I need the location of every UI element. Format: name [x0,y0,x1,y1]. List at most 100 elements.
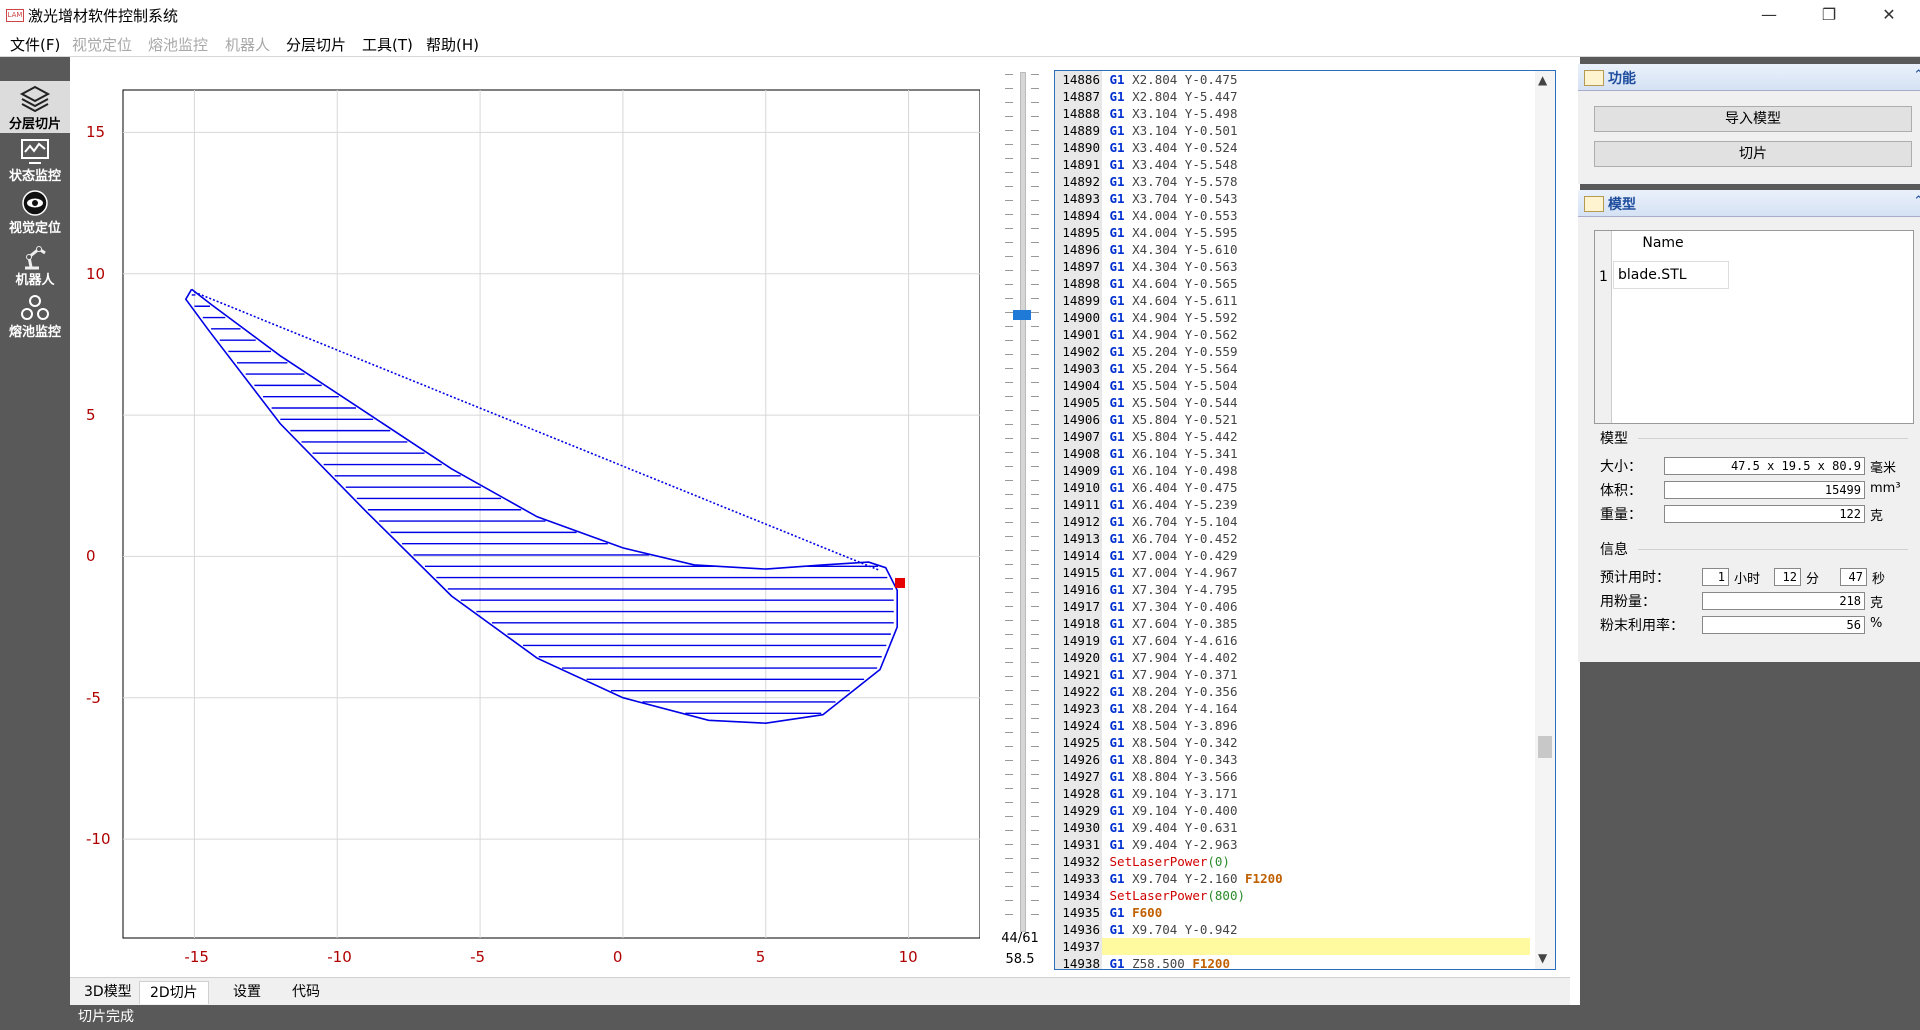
menu-bar: 文件(F) 视觉定位 熔池监控 机器人 分层切片 工具(T) 帮助(H) [0,30,1920,57]
gcode-line[interactable]: 14910 G1 X6.404 Y-0.475 [1055,479,1530,496]
gcode-line[interactable]: 14915 G1 X7.004 Y-4.967 [1055,564,1530,581]
gcode-line[interactable]: 14898 G1 X4.604 Y-0.565 [1055,275,1530,292]
gcode-line[interactable]: 14903 G1 X5.204 Y-5.564 [1055,360,1530,377]
gcode-line[interactable]: 14908 G1 X6.104 Y-5.341 [1055,445,1530,462]
gcode-args: X4.004 Y-0.553 [1132,208,1238,223]
gcode-line[interactable]: 14919 G1 X7.604 Y-4.616 [1055,632,1530,649]
gcode-line[interactable]: 14899 G1 X4.604 Y-5.611 [1055,292,1530,309]
gcode-line-body: G1 X2.804 Y-5.447 [1102,89,1238,104]
gcode-line[interactable]: 14938 G1 Z58.500 F1200 [1055,955,1530,969]
menu-layer-slicing[interactable]: 分层切片 [286,34,346,55]
x-tick-label: -10 [327,948,352,966]
gcode-line[interactable]: 14909 G1 X6.104 Y-0.498 [1055,462,1530,479]
gcode-line[interactable]: 14916 G1 X7.304 Y-4.795 [1055,581,1530,598]
minimize-button[interactable]: — [1746,0,1792,30]
gcode-line[interactable]: 14933 G1 X9.704 Y-2.160 F1200 [1055,870,1530,887]
gcode-line[interactable]: 14920 G1 X7.904 Y-4.402 [1055,649,1530,666]
model-row-name[interactable]: blade.STL [1613,261,1729,289]
gcode-line[interactable]: 14932 SetLaserPower(0) [1055,853,1530,870]
collapse-icon[interactable]: ⌃ [1913,194,1920,209]
scroll-down-icon[interactable]: ▼ [1538,951,1547,965]
menu-vision-locate: 视觉定位 [72,36,133,54]
gcode-line[interactable]: 14901 G1 X4.904 Y-0.562 [1055,326,1530,343]
function-box-header[interactable]: 功能 ⌃ [1578,64,1920,91]
gcode-line[interactable]: 14921 G1 X7.904 Y-0.371 [1055,666,1530,683]
line-number: 14900 [1055,309,1102,326]
gcode-line[interactable]: 14893 G1 X3.704 Y-0.543 [1055,190,1530,207]
gcode-line-body: G1 X3.704 Y-0.543 [1102,191,1238,206]
sidebar-item-status-monitor[interactable]: 状态监控 [0,133,70,185]
sidebar-item-robot[interactable]: 机器人 [0,237,70,289]
gcode-line-body: G1 X8.204 Y-4.164 [1102,701,1238,716]
menu-help[interactable]: 帮助(H) [426,34,479,55]
slice-plot[interactable] [70,57,980,977]
gcode-line[interactable]: 14936 G1 X9.704 Y-0.942 [1055,921,1530,938]
layer-slider-thumb[interactable] [1013,310,1031,320]
gcode-line[interactable]: 14924 G1 X8.504 Y-3.896 [1055,717,1530,734]
gcode-scrollbar[interactable]: ▲ ▼ [1535,71,1555,969]
gcode-line[interactable]: 14922 G1 X8.204 Y-0.356 [1055,683,1530,700]
gcode-line[interactable]: 14896 G1 X4.304 Y-5.610 [1055,241,1530,258]
sidebar-item-melt-pool-monitor[interactable]: 熔池监控 [0,289,70,341]
model-box-header[interactable]: 模型 ⌃ [1578,190,1920,217]
slice-button[interactable]: 切片 [1594,141,1912,167]
gcode-command: G1 [1109,922,1125,937]
gcode-line[interactable]: 14895 G1 X4.004 Y-5.595 [1055,224,1530,241]
layer-slider-track[interactable] [1020,72,1026,932]
sidebar-item-vision-locate[interactable]: 视觉定位 [0,185,70,237]
gcode-line[interactable]: 14889 G1 X3.104 Y-0.501 [1055,122,1530,139]
gcode-line[interactable]: 14935 G1 F600 [1055,904,1530,921]
sidebar-item-label: 机器人 [15,273,55,288]
restore-button[interactable]: ❐ [1806,0,1852,30]
close-button[interactable]: ✕ [1866,0,1912,30]
menu-file[interactable]: 文件(F) [10,34,60,55]
gcode-line[interactable]: 14890 G1 X3.404 Y-0.524 [1055,139,1530,156]
gcode-line[interactable]: 14912 G1 X6.704 Y-5.104 [1055,513,1530,530]
gcode-line[interactable]: 14937 [1055,938,1530,955]
gcode-line[interactable]: 14906 G1 X5.804 Y-0.521 [1055,411,1530,428]
gcode-line[interactable]: 14917 G1 X7.304 Y-0.406 [1055,598,1530,615]
gcode-line[interactable]: 14927 G1 X8.804 Y-3.566 [1055,768,1530,785]
gcode-line[interactable]: 14913 G1 X6.704 Y-0.452 [1055,530,1530,547]
scroll-up-icon[interactable]: ▲ [1538,73,1547,87]
scroll-thumb[interactable] [1538,736,1552,758]
gcode-line[interactable]: 14934 SetLaserPower(800) [1055,887,1530,904]
gcode-line[interactable]: 14902 G1 X5.204 Y-0.559 [1055,343,1530,360]
gcode-line[interactable]: 14931 G1 X9.404 Y-2.963 [1055,836,1530,853]
grid-column-header[interactable]: Name [1613,235,1713,251]
gcode-line[interactable]: 14925 G1 X8.504 Y-0.342 [1055,734,1530,751]
gcode-line[interactable]: 14904 G1 X5.504 Y-5.504 [1055,377,1530,394]
gcode-line[interactable]: 14897 G1 X4.304 Y-0.563 [1055,258,1530,275]
gcode-line[interactable]: 14914 G1 X7.004 Y-0.429 [1055,547,1530,564]
gcode-line[interactable]: 14887 G1 X2.804 Y-5.447 [1055,88,1530,105]
gcode-line[interactable]: 14911 G1 X6.404 Y-5.239 [1055,496,1530,513]
collapse-icon[interactable]: ⌃ [1913,68,1920,83]
tab-2d-slice[interactable]: 2D切片 [139,981,209,1004]
tab-code[interactable]: 代码 [282,981,330,1003]
gcode-editor[interactable]: 14886 G1 X2.804 Y-0.475 14887 G1 X2.804 Y… [1054,70,1556,970]
gcode-line[interactable]: 14928 G1 X9.104 Y-3.171 [1055,785,1530,802]
gcode-line[interactable]: 14892 G1 X3.704 Y-5.578 [1055,173,1530,190]
gcode-command: G1 [1109,599,1125,614]
gcode-line[interactable]: 14907 G1 X5.804 Y-5.442 [1055,428,1530,445]
gcode-line[interactable]: 14918 G1 X7.604 Y-0.385 [1055,615,1530,632]
tab-settings[interactable]: 设置 [223,981,271,1003]
gcode-line[interactable]: 14894 G1 X4.004 Y-0.553 [1055,207,1530,224]
gcode-line[interactable]: 14888 G1 X3.104 Y-5.498 [1055,105,1530,122]
menu-tools[interactable]: 工具(T) [362,34,413,55]
gcode-line[interactable]: 14905 G1 X5.504 Y-0.544 [1055,394,1530,411]
sidebar-item-layer-slicing[interactable]: 分层切片 [0,81,70,133]
slider-tick [1031,424,1039,425]
gcode-line-body: G1 X7.904 Y-4.402 [1102,650,1238,665]
gcode-line[interactable]: 14930 G1 X9.404 Y-0.631 [1055,819,1530,836]
tab-3d-model[interactable]: 3D模型 [74,981,142,1003]
line-number: 14886 [1055,71,1102,88]
gcode-line[interactable]: 14923 G1 X8.204 Y-4.164 [1055,700,1530,717]
gcode-line[interactable]: 14886 G1 X2.804 Y-0.475 [1055,71,1530,88]
model-list-grid[interactable]: Name 1 blade.STL [1594,230,1914,424]
import-model-button[interactable]: 导入模型 [1594,106,1912,132]
gcode-line[interactable]: 14926 G1 X8.804 Y-0.343 [1055,751,1530,768]
gcode-line[interactable]: 14929 G1 X9.104 Y-0.400 [1055,802,1530,819]
gcode-line[interactable]: 14900 G1 X4.904 Y-5.592 [1055,309,1530,326]
gcode-line[interactable]: 14891 G1 X3.404 Y-5.548 [1055,156,1530,173]
